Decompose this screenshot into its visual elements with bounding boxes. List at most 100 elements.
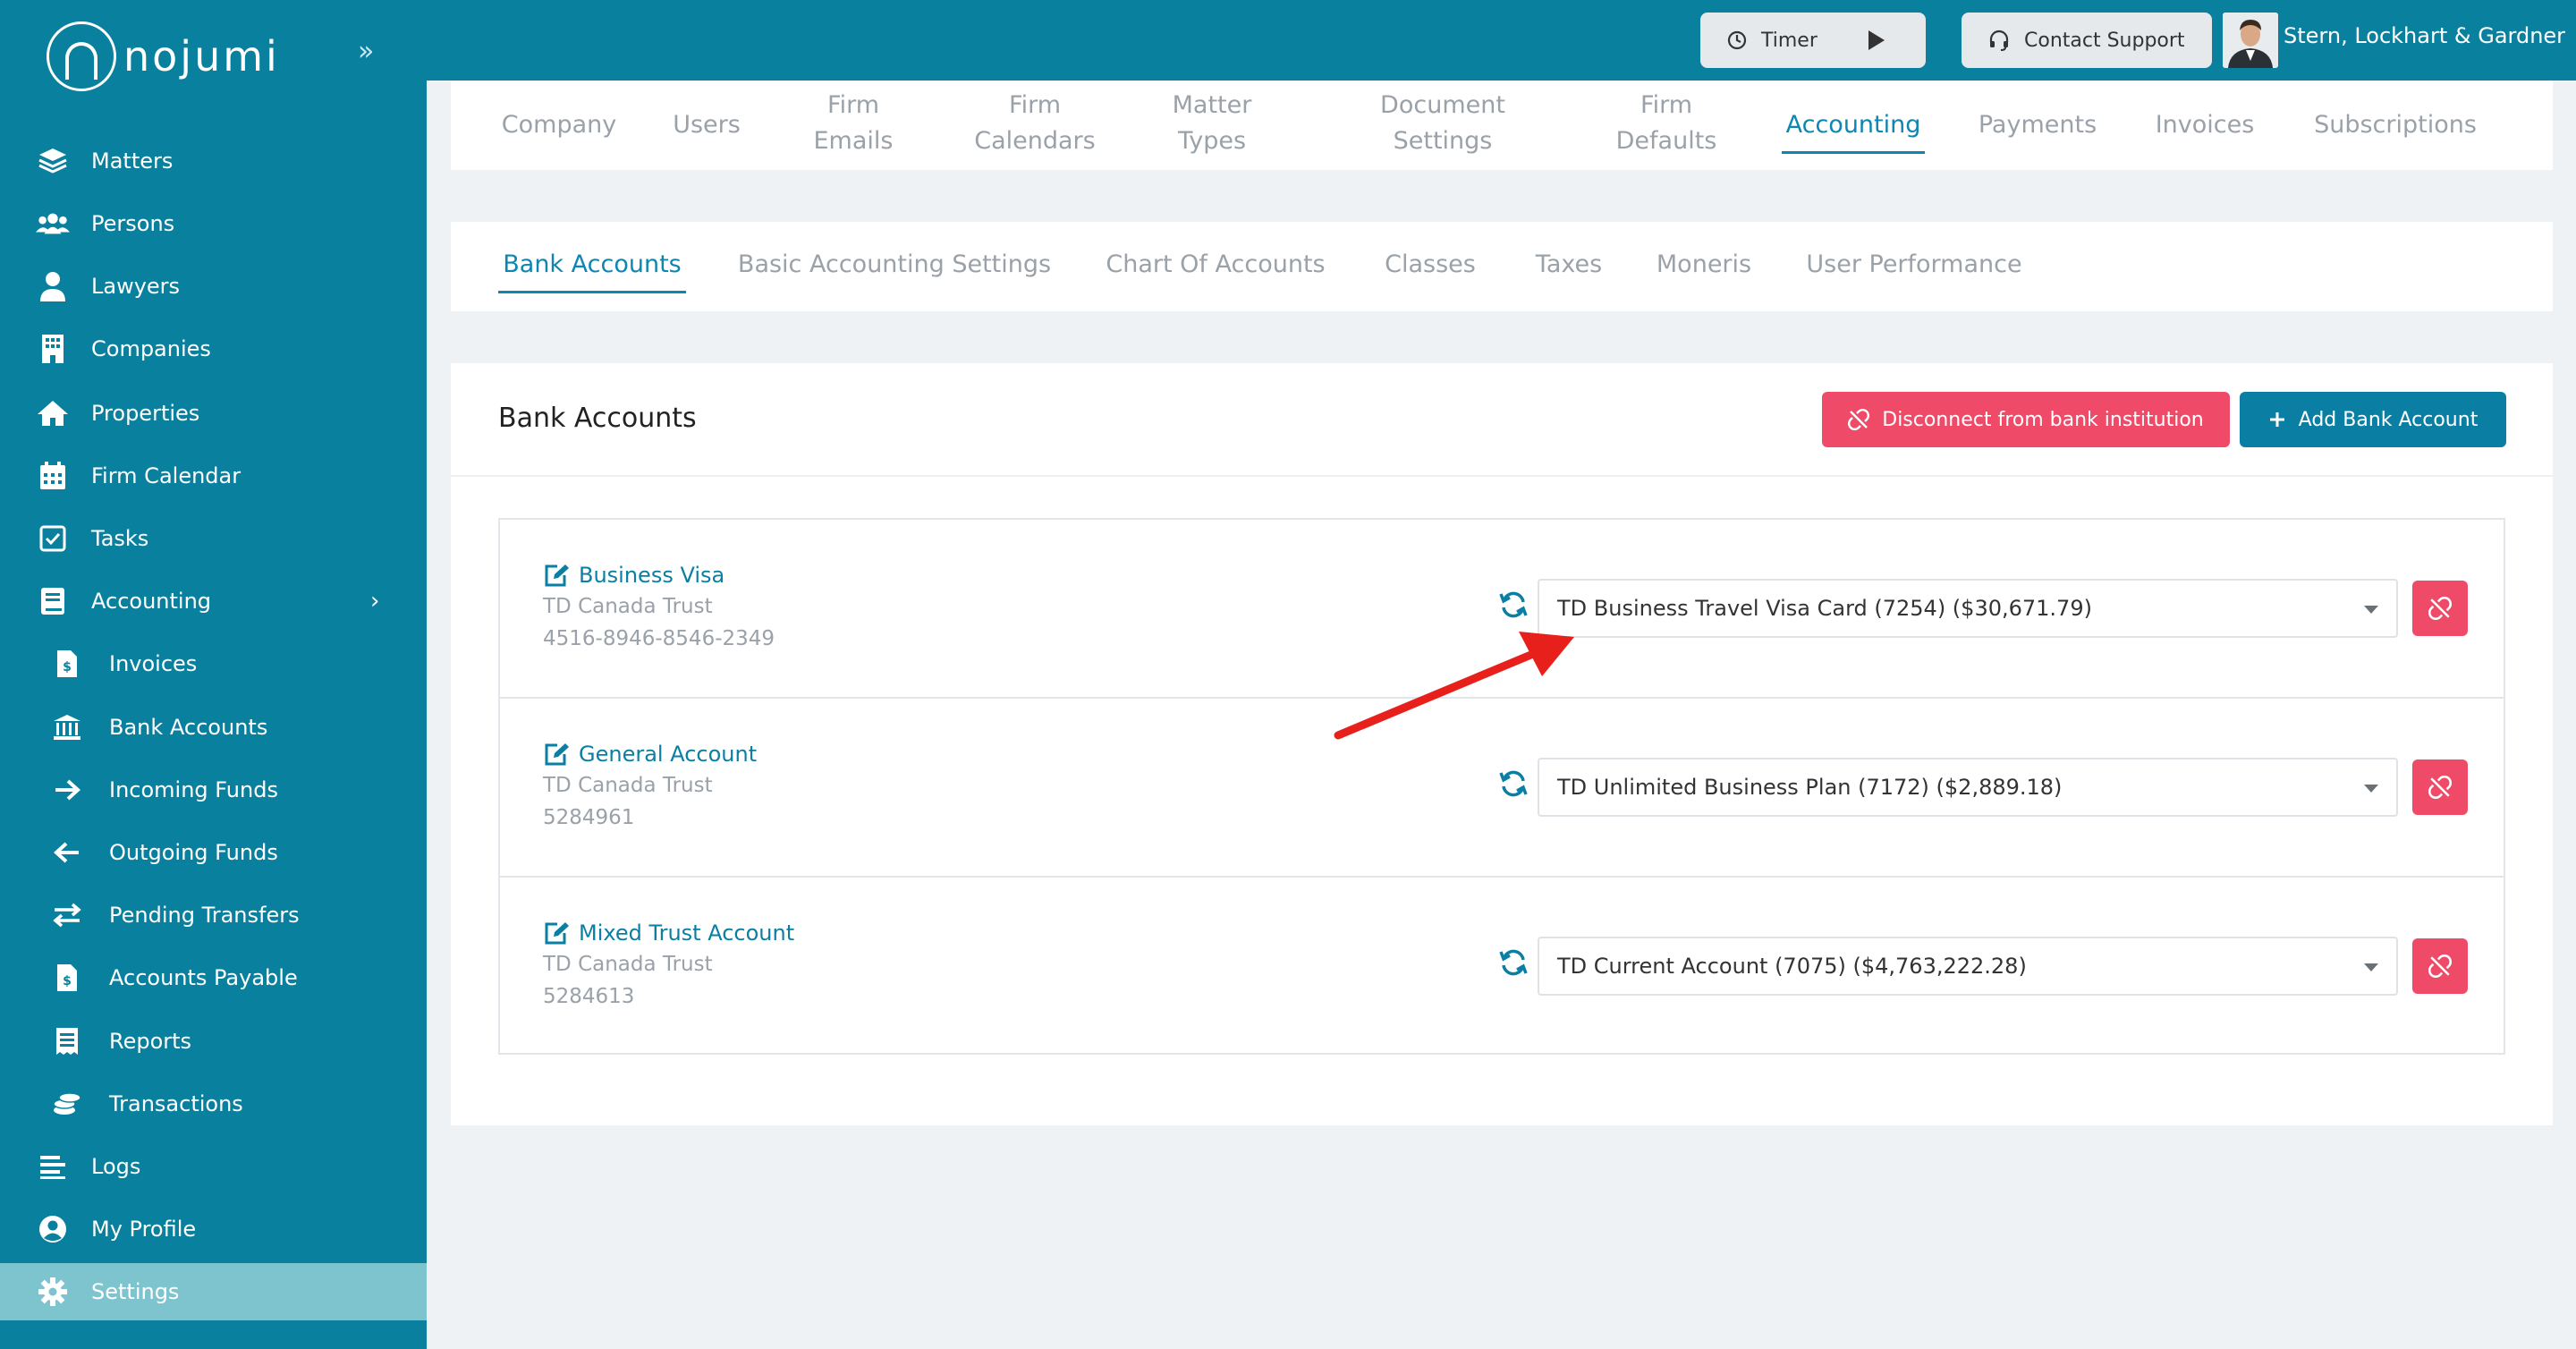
account-bank: TD Canada Trust bbox=[543, 595, 713, 618]
sync-icon[interactable] bbox=[1498, 590, 1529, 620]
sidebar-item-logs[interactable]: Logs bbox=[0, 1138, 427, 1195]
tab-classes[interactable]: Classes bbox=[1381, 247, 1479, 283]
play-icon bbox=[1868, 30, 1885, 50]
tab-taxes[interactable]: Taxes bbox=[1529, 247, 1609, 283]
linked-account-select[interactable]: TD Current Account (7075) ($4,763,222.28… bbox=[1538, 937, 2398, 996]
account-name-link[interactable]: General Account bbox=[543, 742, 757, 767]
contact-support-button[interactable]: Contact Support bbox=[1962, 13, 2212, 68]
tab-firm-calendars[interactable]: Firm Calendars bbox=[970, 88, 1100, 159]
avatar[interactable] bbox=[2223, 13, 2278, 68]
linked-account-select[interactable]: TD Unlimited Business Plan (7172) ($2,88… bbox=[1538, 758, 2398, 817]
tab-invoices[interactable]: Invoices bbox=[2149, 107, 2260, 143]
sync-icon[interactable] bbox=[1498, 947, 1529, 978]
sidebar-item-accounting[interactable]: Accounting › bbox=[0, 573, 427, 630]
sidebar-item-companies[interactable]: Companies bbox=[0, 320, 427, 378]
sidebar-item-firm-calendar[interactable]: Firm Calendar bbox=[0, 447, 427, 505]
account-name-link[interactable]: Business Visa bbox=[543, 563, 724, 588]
logo-mark-icon bbox=[47, 21, 116, 91]
account-bank: TD Canada Trust bbox=[543, 953, 713, 976]
tab-basic-accounting-settings[interactable]: Basic Accounting Settings bbox=[733, 247, 1055, 283]
sidebar-item-label: Outgoing Funds bbox=[109, 840, 278, 865]
profile-icon bbox=[36, 1212, 70, 1246]
sidebar-item-label: Lawyers bbox=[91, 274, 181, 299]
select-value: TD Unlimited Business Plan (7172) ($2,88… bbox=[1557, 775, 2063, 800]
sidebar-item-label: Logs bbox=[91, 1154, 141, 1179]
unlink-account-button[interactable] bbox=[2412, 759, 2468, 815]
sidebar-item-invoices[interactable]: $ Invoices bbox=[0, 635, 427, 692]
sidebar-item-bank-accounts[interactable]: Bank Accounts bbox=[0, 699, 427, 756]
linked-account-select[interactable]: TD Business Travel Visa Card (7254) ($30… bbox=[1538, 579, 2398, 638]
tab-chart-of-accounts[interactable]: Chart Of Accounts bbox=[1104, 247, 1327, 283]
sidebar-item-label: Invoices bbox=[109, 651, 198, 676]
edit-icon bbox=[543, 563, 570, 588]
sidebar-item-lawyers[interactable]: Lawyers bbox=[0, 258, 427, 315]
sidebar-item-matters[interactable]: Matters bbox=[0, 132, 427, 190]
invoice-icon: $ bbox=[50, 647, 84, 681]
tab-moneris[interactable]: Moneris bbox=[1650, 247, 1758, 283]
tab-firm-emails[interactable]: Firm Emails bbox=[800, 88, 907, 159]
home-icon bbox=[36, 396, 70, 430]
svg-text:$: $ bbox=[63, 660, 72, 674]
tab-user-performance[interactable]: User Performance bbox=[1802, 247, 2026, 283]
sidebar-item-pending-transfers[interactable]: Pending Transfers bbox=[0, 887, 427, 944]
sync-icon[interactable] bbox=[1498, 768, 1529, 799]
tab-users[interactable]: Users bbox=[673, 107, 741, 143]
sidebar-item-transactions[interactable]: Transactions bbox=[0, 1075, 427, 1133]
tab-subscriptions[interactable]: Subscriptions bbox=[2306, 107, 2485, 143]
add-bank-account-label: Add Bank Account bbox=[2298, 408, 2479, 431]
tab-firm-defaults[interactable]: Firm Defaults bbox=[1606, 88, 1726, 159]
list-icon bbox=[36, 1150, 70, 1184]
sidebar-item-reports[interactable]: Reports bbox=[0, 1013, 427, 1070]
arrow-right-icon bbox=[50, 773, 84, 807]
gear-icon bbox=[36, 1275, 70, 1309]
caret-down-icon bbox=[2364, 785, 2378, 793]
top-bar: Timer Contact Support Stern, Lockhart & … bbox=[427, 0, 2576, 81]
sidebar-item-properties[interactable]: Properties bbox=[0, 385, 427, 442]
tab-payments[interactable]: Payments bbox=[1975, 107, 2100, 143]
disconnect-bank-button[interactable]: Disconnect from bank institution bbox=[1822, 392, 2230, 447]
sidebar: nojumi » Matters Persons Lawyers Compani… bbox=[0, 0, 427, 1349]
tab-bank-accounts[interactable]: Bank Accounts bbox=[498, 247, 686, 293]
sidebar-item-label: Reports bbox=[109, 1029, 192, 1054]
sidebar-item-label: Properties bbox=[91, 401, 200, 426]
checkbox-icon bbox=[36, 522, 70, 556]
sidebar-item-my-profile[interactable]: My Profile bbox=[0, 1201, 427, 1258]
unlink-account-button[interactable] bbox=[2412, 581, 2468, 636]
nojumi-logo[interactable]: nojumi bbox=[47, 20, 280, 93]
receipt-icon bbox=[50, 1024, 84, 1058]
tab-accounting[interactable]: Accounting bbox=[1782, 107, 1925, 154]
sidebar-item-label: Settings bbox=[91, 1279, 180, 1304]
collapse-sidebar-icon[interactable]: » bbox=[358, 36, 374, 67]
transfer-icon bbox=[50, 898, 84, 932]
headset-icon bbox=[1988, 30, 2010, 51]
sidebar-item-incoming-funds[interactable]: Incoming Funds bbox=[0, 761, 427, 819]
tab-matter-types[interactable]: Matter Types bbox=[1163, 88, 1261, 159]
sidebar-item-tasks[interactable]: Tasks bbox=[0, 510, 427, 567]
firm-name[interactable]: Stern, Lockhart & Gardner bbox=[2284, 23, 2565, 48]
unlink-icon bbox=[2428, 597, 2452, 620]
sidebar-item-outgoing-funds[interactable]: Outgoing Funds bbox=[0, 824, 427, 881]
account-name: Business Visa bbox=[579, 563, 725, 588]
disconnect-label: Disconnect from bank institution bbox=[1882, 408, 2204, 431]
sidebar-item-label: Tasks bbox=[91, 526, 149, 551]
timer-button[interactable]: Timer bbox=[1700, 13, 1926, 68]
sidebar-item-label: My Profile bbox=[91, 1217, 197, 1242]
tab-company[interactable]: Company bbox=[498, 107, 620, 143]
sidebar-item-accounts-payable[interactable]: $ Accounts Payable bbox=[0, 949, 427, 1006]
unlink-account-button[interactable] bbox=[2412, 938, 2468, 994]
tab-document-settings[interactable]: Document Settings bbox=[1376, 88, 1510, 159]
chevron-right-icon: › bbox=[370, 588, 380, 615]
timer-label: Timer bbox=[1761, 29, 1818, 52]
account-name-link[interactable]: Mixed Trust Account bbox=[543, 921, 794, 946]
sidebar-item-label: Matters bbox=[91, 148, 174, 174]
accounting-tabs: Bank Accounts Basic Accounting Settings … bbox=[451, 222, 2553, 311]
sidebar-item-label: Incoming Funds bbox=[109, 777, 278, 802]
sidebar-item-label: Transactions bbox=[109, 1091, 243, 1116]
add-bank-account-button[interactable]: Add Bank Account bbox=[2240, 392, 2506, 447]
sidebar-item-persons[interactable]: Persons bbox=[0, 195, 427, 252]
book-icon bbox=[36, 584, 70, 618]
arrow-left-icon bbox=[50, 836, 84, 870]
payable-icon: $ bbox=[50, 961, 84, 995]
clock-icon bbox=[1727, 30, 1747, 50]
sidebar-item-settings[interactable]: Settings bbox=[0, 1263, 427, 1320]
